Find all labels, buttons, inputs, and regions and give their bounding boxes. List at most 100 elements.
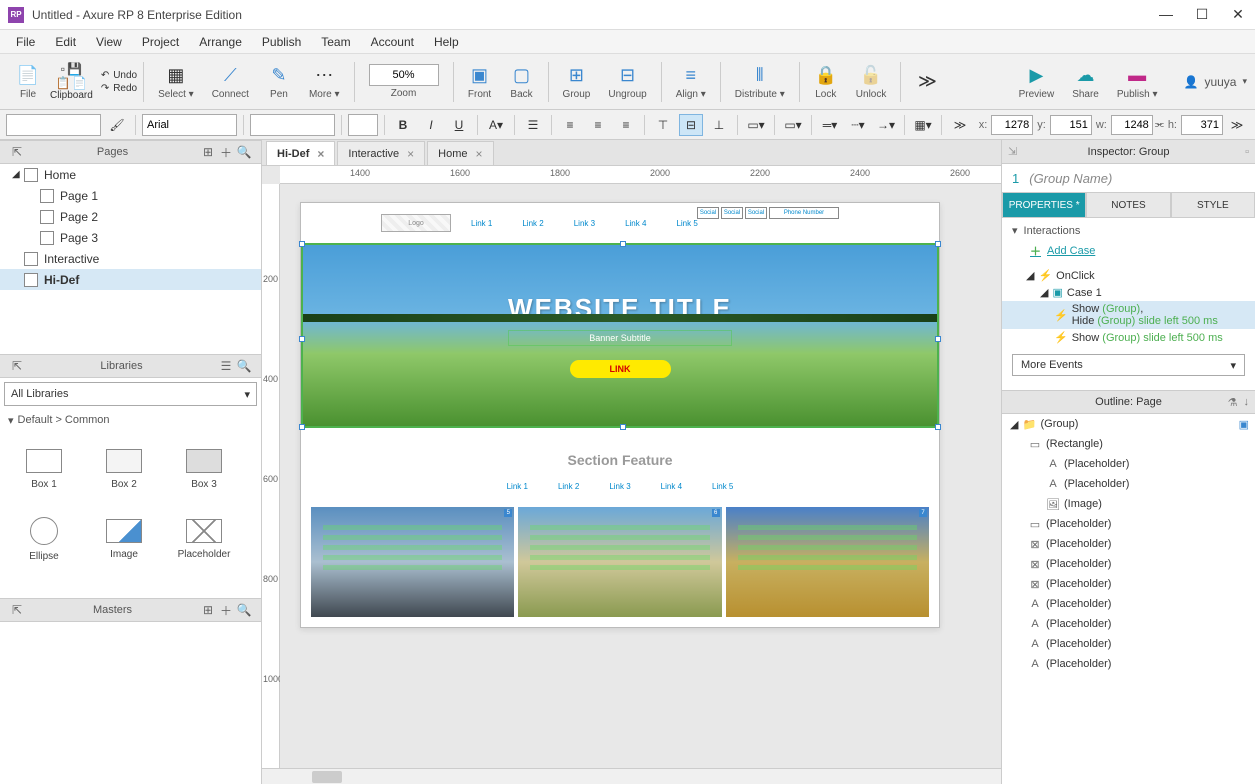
lib-menu-icon[interactable]: ☰	[217, 359, 235, 373]
align-button[interactable]: ≡Align ▾	[668, 61, 714, 102]
front-button[interactable]: ▣Front	[460, 61, 500, 102]
menu-team[interactable]: Team	[313, 33, 358, 51]
ungroup-button[interactable]: ⊟Ungroup	[600, 61, 654, 102]
collapse-icon[interactable]: ⇱	[8, 145, 26, 159]
sort-outline-icon[interactable]: ↓	[1244, 396, 1250, 409]
add-page-icon[interactable]: ＋	[217, 144, 235, 161]
action-show-hide[interactable]: ⚡Show (Group),Hide (Group) slide left 50…	[1002, 301, 1255, 329]
more-format-button[interactable]: ≫	[948, 114, 972, 136]
library-select[interactable]: All Libraries▾	[4, 382, 257, 406]
search-pages-icon[interactable]: 🔍	[235, 145, 253, 159]
redo-button[interactable]: ↷Redo	[101, 83, 137, 94]
menu-account[interactable]: Account	[363, 33, 422, 51]
line-color-button[interactable]: ▭▾	[781, 114, 805, 136]
menu-project[interactable]: Project	[134, 33, 187, 51]
maximize-button[interactable]: ☐	[1193, 6, 1211, 23]
valign-middle-button[interactable]: ⊟	[679, 114, 703, 136]
x-input[interactable]	[991, 115, 1033, 135]
zoom-select[interactable]	[369, 64, 439, 86]
align-right-button[interactable]: ≡	[614, 114, 638, 136]
tab-home[interactable]: Home×	[427, 141, 493, 165]
hero-banner[interactable]: WEBSITE TITLE Banner Subtitle LINK	[301, 243, 939, 428]
line-pattern-button[interactable]: ▦▾	[911, 114, 935, 136]
tab-interactive[interactable]: Interactive×	[337, 141, 425, 165]
lock-aspect-icon[interactable]: ⫘	[1155, 119, 1164, 130]
outline-item[interactable]: A(Placeholder)	[1002, 614, 1255, 634]
collapse-inspector-icon[interactable]: ⇲	[1008, 145, 1017, 158]
outline-item[interactable]: ⊠(Placeholder)	[1002, 554, 1255, 574]
tree-item-page1[interactable]: Page 1	[0, 185, 261, 206]
w-input[interactable]	[1111, 115, 1153, 135]
search-lib-icon[interactable]: 🔍	[235, 359, 253, 373]
tree-item-hidef[interactable]: Hi-Def	[0, 269, 261, 290]
lib-placeholder[interactable]: Placeholder	[164, 504, 244, 574]
outline-item[interactable]: A(Placeholder)	[1002, 634, 1255, 654]
tab-notes[interactable]: NOTES	[1086, 192, 1170, 218]
coord-more-button[interactable]: ≫	[1225, 114, 1249, 136]
file-button[interactable]: 📄File	[8, 61, 48, 102]
add-case-link[interactable]: ＋Add Case	[1030, 243, 1245, 259]
menu-arrange[interactable]: Arrange	[191, 33, 250, 51]
menu-file[interactable]: File	[8, 33, 43, 51]
publish-button[interactable]: ▬Publish ▾	[1109, 61, 1166, 102]
user-badge[interactable]: 👤yuuya▾	[1183, 75, 1247, 89]
menu-help[interactable]: Help	[426, 33, 467, 51]
font-size-input[interactable]	[348, 114, 378, 136]
collapse-masters-icon[interactable]: ⇱	[8, 603, 26, 617]
share-button[interactable]: ☁Share	[1064, 61, 1107, 102]
font-color-button[interactable]: A▾	[484, 114, 508, 136]
outline-item[interactable]: A(Placeholder)	[1002, 654, 1255, 674]
canvas[interactable]: Social Social Social Phone Number Logo L…	[280, 184, 1001, 768]
more-tool[interactable]: ⋯More ▾	[301, 61, 348, 102]
add-folder-icon[interactable]: ⊞	[199, 145, 217, 159]
underline-button[interactable]: U	[447, 114, 471, 136]
tab-hidef[interactable]: Hi-Def×	[266, 141, 335, 165]
outline-item[interactable]: ▭(Rectangle)	[1002, 434, 1255, 454]
menu-edit[interactable]: Edit	[47, 33, 84, 51]
select-tool[interactable]: ▦Select ▾	[150, 61, 202, 102]
case-1[interactable]: ◢▣Case 1	[1012, 284, 1245, 301]
group-name-field[interactable]: 1 (Group Name)	[1002, 164, 1255, 192]
valign-top-button[interactable]: ⊤	[651, 114, 675, 136]
lib-box2[interactable]: Box 2	[84, 434, 164, 504]
undo-button[interactable]: ↶Undo	[101, 70, 137, 81]
tab-properties[interactable]: PROPERTIES *	[1002, 192, 1086, 218]
outline-item[interactable]: 🖼(Image)	[1002, 494, 1255, 514]
font-select[interactable]	[142, 114, 237, 136]
outline-item[interactable]: ⊠(Placeholder)	[1002, 534, 1255, 554]
line-style-button[interactable]: ┈▾	[846, 114, 870, 136]
tab-style[interactable]: STYLE	[1171, 192, 1255, 218]
arrow-style-button[interactable]: →▾	[874, 114, 898, 136]
lib-box3[interactable]: Box 3	[164, 434, 244, 504]
add-master-icon[interactable]: ＋	[217, 602, 235, 619]
h-input[interactable]	[1181, 115, 1223, 135]
close-tab-icon[interactable]: ×	[317, 147, 324, 161]
distribute-button[interactable]: ⦀Distribute ▾	[727, 61, 793, 102]
more-events-select[interactable]: More Events▾	[1012, 354, 1245, 376]
lib-image[interactable]: Image	[84, 504, 164, 574]
pen-tool[interactable]: ✎Pen	[259, 61, 299, 102]
line-width-button[interactable]: ═▾	[818, 114, 842, 136]
outline-item[interactable]: ◢ 📁(Group)▣	[1002, 414, 1255, 434]
copy-icon[interactable]: 📋	[55, 76, 70, 90]
library-category[interactable]: ▾Default > Common	[0, 410, 261, 430]
bold-button[interactable]: B	[391, 114, 415, 136]
lock-button[interactable]: 🔒Lock	[806, 61, 846, 102]
lib-box1[interactable]: Box 1	[4, 434, 84, 504]
y-input[interactable]	[1050, 115, 1092, 135]
menu-publish[interactable]: Publish	[254, 33, 309, 51]
valign-bottom-button[interactable]: ⊥	[707, 114, 731, 136]
lib-ellipse[interactable]: Ellipse	[4, 504, 84, 574]
back-button[interactable]: ▢Back	[502, 61, 542, 102]
close-button[interactable]: ✕	[1229, 6, 1247, 23]
tree-item-home[interactable]: ◢Home	[0, 164, 261, 185]
close-tab-icon[interactable]: ×	[476, 147, 483, 161]
outline-item[interactable]: A(Placeholder)	[1002, 474, 1255, 494]
save-icon[interactable]: 💾	[67, 62, 82, 76]
align-center-button[interactable]: ≡	[586, 114, 610, 136]
paste-icon[interactable]: 📄	[72, 76, 87, 90]
bullets-button[interactable]: ☰	[521, 114, 545, 136]
outline-item[interactable]: A(Placeholder)	[1002, 594, 1255, 614]
group-button[interactable]: ⊞Group	[555, 61, 599, 102]
menu-view[interactable]: View	[88, 33, 130, 51]
